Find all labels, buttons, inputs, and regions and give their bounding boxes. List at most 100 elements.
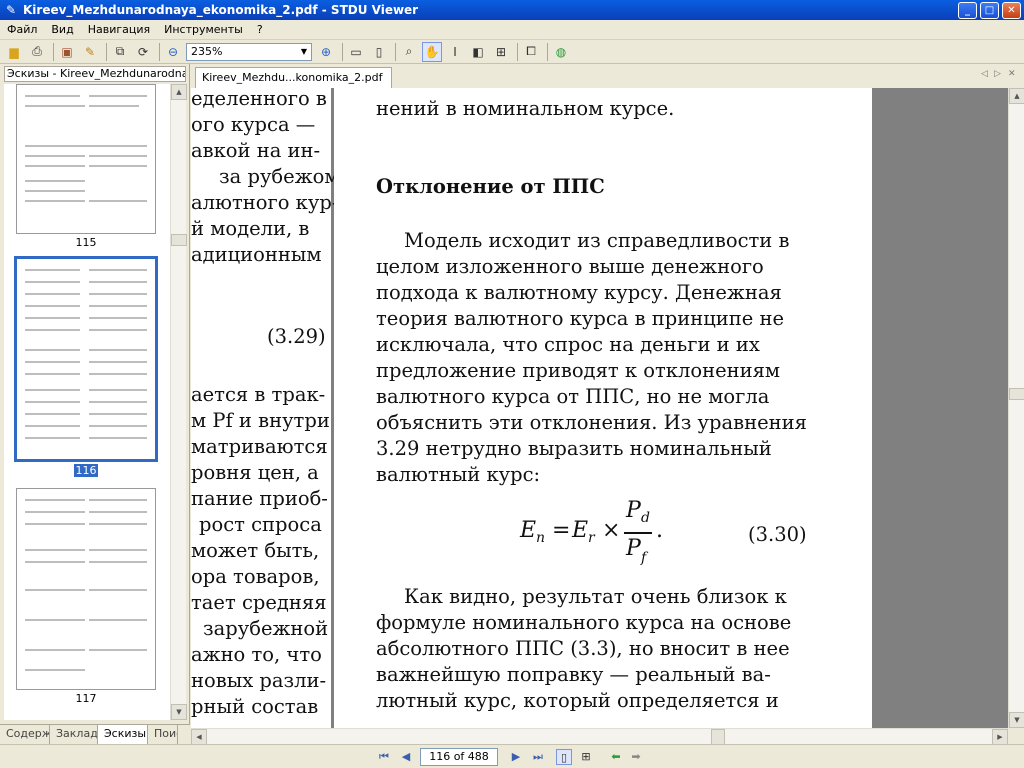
- back-arrow-icon[interactable]: ⬅: [608, 749, 624, 765]
- thumb-text: [25, 649, 85, 651]
- thumb-text: [25, 425, 80, 427]
- open-folder-icon[interactable]: ▆: [4, 42, 24, 62]
- status-bar: ⏮ ◀ 116 of 488 ▶ ⏭ ▯ ⊞ ⬅ ➡: [0, 744, 1024, 768]
- text-select-icon[interactable]: Ⅰ: [445, 42, 465, 62]
- thumbnail-list[interactable]: 115 116 117: [4, 84, 170, 720]
- menu-file[interactable]: Файл: [0, 23, 44, 36]
- thumb-text: [25, 413, 80, 415]
- equation-number: (3.30): [748, 523, 807, 546]
- thumb-text: [89, 329, 147, 331]
- section-heading: Отклонение от ППС: [376, 175, 605, 198]
- prev-page-icon[interactable]: ◀: [398, 749, 414, 765]
- thumbnail-page[interactable]: [16, 84, 156, 234]
- forward-arrow-icon[interactable]: ➡: [628, 749, 644, 765]
- text-line: теория валютного курса в принципе не: [376, 307, 785, 330]
- text-line: рост спроса: [199, 513, 322, 536]
- single-page-view-icon[interactable]: ▯: [556, 749, 572, 765]
- scroll-down-button[interactable]: ▼: [171, 704, 187, 720]
- text-line: целом изложенного выше денежного: [376, 255, 764, 278]
- print-icon[interactable]: ⎙: [27, 42, 47, 62]
- next-page-icon[interactable]: ▶: [508, 749, 524, 765]
- minimize-button[interactable]: _: [958, 1, 977, 19]
- scroll-left-button[interactable]: ◀: [191, 729, 207, 745]
- tab-thumbnails[interactable]: Эскизы: [98, 725, 148, 744]
- thumb-text: [25, 349, 80, 351]
- scroll-hthumb[interactable]: [711, 729, 725, 745]
- thumbnail-label[interactable]: 115: [56, 236, 116, 249]
- thumb-text: [89, 523, 147, 525]
- menu-tools[interactable]: Инструменты: [157, 23, 250, 36]
- find-icon[interactable]: ⌕: [399, 42, 419, 62]
- document-tab[interactable]: Kireev_Mezhdu...konomika_2.pdf: [195, 67, 392, 88]
- tab-search[interactable]: Поиск: [148, 725, 178, 744]
- thumb-text: [25, 523, 85, 525]
- page-number-field[interactable]: 116 of 488: [420, 748, 498, 766]
- text-line: исключала, что спрос на деньги и их: [376, 333, 760, 356]
- image-export-icon[interactable]: ▣: [57, 42, 77, 62]
- thumbnails-scrollbar[interactable]: ▲ ▼: [170, 84, 187, 720]
- first-page-icon[interactable]: ⏮: [376, 749, 392, 765]
- snapshot-icon[interactable]: ◧: [468, 42, 488, 62]
- scroll-thumb[interactable]: [1009, 388, 1024, 400]
- single-page-icon[interactable]: ▭: [346, 42, 366, 62]
- text-line: ого курса —: [191, 113, 316, 136]
- last-page-icon[interactable]: ⏭: [530, 749, 546, 765]
- panel-tabs: Содержание Закладки Эскизы Поиск: [0, 724, 190, 744]
- separator: [53, 42, 54, 61]
- scroll-right-button[interactable]: ▶: [992, 729, 1008, 745]
- thumb-text: [25, 95, 80, 97]
- thumb-text: [89, 165, 147, 167]
- scroll-thumb[interactable]: [171, 234, 187, 246]
- zoom-out-icon[interactable]: ⊖: [163, 42, 183, 62]
- separator: [342, 42, 343, 61]
- thumbnail-label-selected[interactable]: 116: [74, 464, 98, 477]
- thumb-text: [89, 349, 147, 351]
- zoom-select[interactable]: 235% ▼: [186, 42, 312, 61]
- scroll-down-button[interactable]: ▼: [1009, 712, 1024, 728]
- document-hscrollbar[interactable]: ◀ ▶: [191, 728, 1008, 745]
- text-line: нений в номинальном курсе.: [376, 97, 675, 120]
- text-line: й модели, в: [191, 217, 310, 240]
- thumbnail-label[interactable]: 117: [56, 692, 116, 705]
- maximize-button[interactable]: □: [980, 1, 999, 19]
- scroll-up-button[interactable]: ▲: [1009, 88, 1024, 104]
- thumb-text: [25, 155, 85, 157]
- thumb-text: [89, 649, 147, 651]
- zoom-area-icon[interactable]: ⊞: [491, 42, 511, 62]
- tab-close-icon[interactable]: ✕: [1008, 69, 1016, 79]
- menu-help[interactable]: ?: [250, 23, 270, 36]
- scroll-up-button[interactable]: ▲: [171, 84, 187, 100]
- document-view[interactable]: еделенного в ого курса — авкой на ин- за…: [191, 88, 1008, 728]
- menu-navigation[interactable]: Навигация: [81, 23, 157, 36]
- thumb-text: [89, 361, 147, 363]
- thumb-text: [25, 317, 80, 319]
- two-pages-icon[interactable]: ⧠: [521, 42, 541, 62]
- menu-view[interactable]: Вид: [44, 23, 80, 36]
- thumb-text: [25, 499, 85, 501]
- close-button[interactable]: ✕: [1002, 1, 1021, 19]
- tab-bookmarks[interactable]: Закладки: [50, 725, 98, 744]
- thumb-text: [25, 361, 80, 363]
- document-vscrollbar[interactable]: ▲ ▼: [1008, 88, 1024, 728]
- chevron-down-icon[interactable]: ▼: [297, 47, 311, 56]
- thumbnail-page-selected[interactable]: [14, 256, 158, 462]
- zoom-in-icon[interactable]: ⊕: [316, 42, 336, 62]
- tab-next-icon[interactable]: ▷: [994, 69, 1001, 79]
- text-line: лютный курс, который определяется и: [376, 689, 779, 712]
- globe-icon[interactable]: ◍: [551, 42, 571, 62]
- tab-prev-icon[interactable]: ◁: [981, 69, 988, 79]
- copy-page-icon[interactable]: ⧉: [110, 42, 130, 62]
- text-line: объяснить эти отклонения. Из уравнения: [376, 411, 807, 434]
- tab-contents[interactable]: Содержание: [0, 725, 50, 744]
- thumb-text: [25, 180, 85, 182]
- document-tab-bar: Kireev_Mezhdu...konomika_2.pdf ◁ ▷ ✕: [191, 64, 1024, 88]
- thumb-text: [89, 499, 147, 501]
- text-line: 3.29 нетрудно выразить номинальный: [376, 437, 772, 460]
- formula-denominator-sub: f: [641, 550, 647, 566]
- edit-icon[interactable]: ✎: [80, 42, 100, 62]
- multi-page-view-icon[interactable]: ⊞: [578, 749, 594, 765]
- thumbnail-page[interactable]: [16, 488, 156, 690]
- rotate-icon[interactable]: ⟳: [133, 42, 153, 62]
- hand-tool-icon[interactable]: ✋: [422, 41, 442, 62]
- fit-page-icon[interactable]: ▯: [369, 42, 389, 62]
